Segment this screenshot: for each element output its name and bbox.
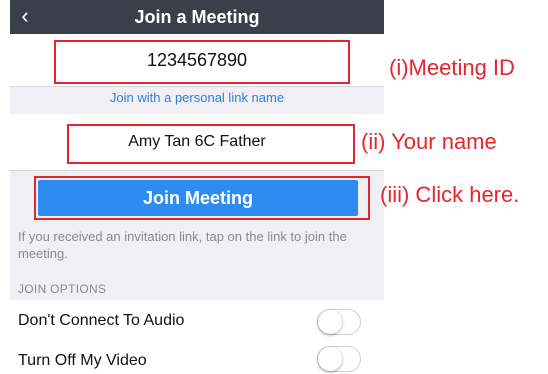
meeting-id-highlight-box: [54, 40, 350, 84]
dont-connect-audio-label: Don't Connect To Audio: [18, 312, 185, 329]
join-options-header: JOIN OPTIONS: [18, 282, 107, 296]
page-title: Join a Meeting: [134, 7, 260, 27]
toggle-knob: [318, 310, 342, 334]
dont-connect-audio-toggle[interactable]: [317, 309, 361, 335]
turn-off-video-toggle[interactable]: [317, 346, 361, 372]
divider: [10, 170, 384, 171]
invitation-help-text: If you received an invitation link, tap …: [18, 229, 347, 261]
divider: [10, 86, 384, 87]
option-row-audio: Don't Connect To Audio: [10, 300, 384, 344]
turn-off-video-label: Turn Off My Video: [18, 352, 147, 369]
click-here-annotation: (iii) Click here.: [380, 182, 520, 207]
navigation-bar: ‹ Join a Meeting: [10, 0, 384, 34]
your-name-annotation: (ii) Your name: [361, 129, 497, 154]
tutorial-figure: ‹ Join a Meeting 1234567890 Join with a …: [0, 0, 548, 374]
option-row-video: Turn Off My Video: [10, 344, 384, 374]
join-button-highlight-box: [34, 176, 370, 220]
toggle-knob: [318, 347, 342, 371]
your-name-highlight-box: [67, 124, 355, 164]
personal-link-name-link[interactable]: Join with a personal link name: [10, 90, 384, 105]
meeting-id-annotation: (i)Meeting ID: [389, 55, 515, 80]
